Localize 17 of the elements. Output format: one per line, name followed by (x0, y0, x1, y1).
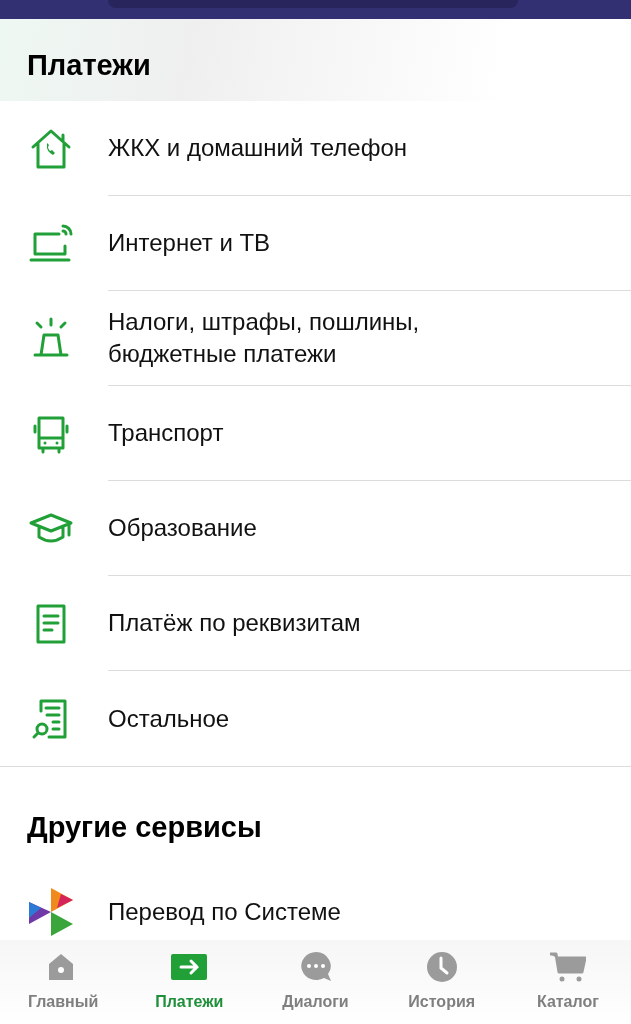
payment-category[interactable]: Перевод по Системе (108, 895, 341, 928)
tab[interactable]: Платежи (126, 940, 253, 1024)
payment-category[interactable]: Остальное (108, 702, 230, 735)
payment-category[interactable]: Образование (108, 512, 257, 544)
payment-category[interactable]: ЖКХ и домашний телефон (108, 132, 408, 164)
logo-icon (27, 885, 75, 938)
tab[interactable]: Диалоги (252, 940, 379, 1024)
tab[interactable]: История (378, 940, 505, 1024)
section-title: Платежи (27, 48, 152, 83)
payment-category[interactable]: Налоги, штрафы, пошлины, бюджетные платежи (108, 306, 498, 370)
tab[interactable]: Каталог (504, 940, 631, 1024)
cart-icon (549, 950, 586, 984)
payment-category[interactable]: Платёж по реквизитам (108, 607, 361, 639)
payment-category[interactable]: Интернет и ТВ (108, 227, 271, 259)
payment-category[interactable]: Транспорт (108, 417, 224, 449)
tab[interactable]: Главный (0, 940, 127, 1024)
section-title: Другие сервисы (27, 810, 263, 845)
